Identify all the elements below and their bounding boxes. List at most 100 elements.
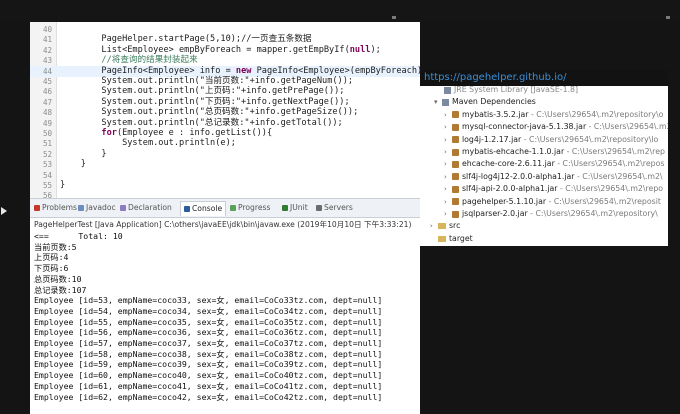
line-number: 53 xyxy=(42,160,52,170)
code-text: System.out.println("总记录数:"+info.getTotal… xyxy=(60,117,343,128)
line-number: 42 xyxy=(42,45,52,55)
jar-item[interactable]: › mysql-connector-java-5.1.38.jar - C:\Us… xyxy=(444,121,668,133)
console-line: 总记录数:107 xyxy=(34,284,87,295)
tree-label: pagehelper-5.1.10.jar xyxy=(462,196,547,206)
left-margin xyxy=(0,22,30,414)
code-line[interactable]: 54 xyxy=(30,170,420,181)
jar-item[interactable]: › jsqlparser-2.0.jar - C:\Users\29654\.m2… xyxy=(444,208,658,220)
pagehelper-url-link[interactable]: https://pagehelper.github.io/ xyxy=(424,72,566,83)
code-line[interactable]: 56 xyxy=(30,190,420,198)
tree-toggle-icon[interactable]: › xyxy=(444,172,452,183)
tree-toggle-icon[interactable]: › xyxy=(444,147,452,158)
tree-label: mybatis-3.5.2.jar xyxy=(462,109,529,119)
tab-javadoc[interactable]: Javadoc xyxy=(78,201,116,215)
code-text: System.out.println(e); xyxy=(60,138,236,149)
code-line[interactable]: 50 for(Employee e : info.getList()){ xyxy=(30,128,420,139)
pom-file[interactable]: pom.xml xyxy=(438,245,489,246)
console-line: Employee [id=53, empName=coco33, sex=女, … xyxy=(34,295,383,306)
tab-label: Javadoc xyxy=(86,203,116,212)
console-icon xyxy=(184,206,190,212)
package-explorer: JRE System Library [JavaSE-1.8] ▾ Maven De… xyxy=(420,70,668,246)
tree-toggle-icon[interactable]: › xyxy=(444,159,452,170)
line-number: 55 xyxy=(42,181,52,190)
line-number: 41 xyxy=(42,35,52,45)
jar-icon xyxy=(452,123,459,131)
console-line: Employee [id=55, empName=coco35, sex=女, … xyxy=(34,316,383,327)
code-line[interactable]: 53 } xyxy=(30,159,420,170)
tab-servers[interactable]: Servers xyxy=(316,201,353,215)
tree-label: ehcache-core-2.6.11.jar xyxy=(462,159,555,169)
tree-toggle-icon[interactable]: › xyxy=(430,221,438,232)
line-number: 54 xyxy=(42,170,52,180)
code-line[interactable]: 48 System.out.println("总页码数:"+info.getPa… xyxy=(30,107,420,118)
jar-item[interactable]: › ehcache-core-2.6.11.jar - C:\Users\2965… xyxy=(444,158,664,170)
jar-icon xyxy=(452,148,459,156)
jar-item[interactable]: › mybatis-ehcache-1.1.0.jar - C:\Users\29… xyxy=(444,146,665,158)
progress-icon xyxy=(230,205,236,211)
code-line[interactable]: 49 System.out.println("总记录数:"+info.getTo… xyxy=(30,118,420,129)
code-text: } xyxy=(60,159,86,170)
jar-icon xyxy=(452,160,459,168)
code-line[interactable]: 52 } xyxy=(30,149,420,160)
code-text: PageHelper.startPage(5,10);//一页查五条数据 xyxy=(60,34,312,45)
jar-path: - C:\Users\29654\.m2\repository\lo xyxy=(521,134,659,144)
tree-label: slf4j-log4j12-2.0.0-alpha1.jar xyxy=(462,171,575,181)
jar-icon xyxy=(452,198,459,206)
folder-target[interactable]: target xyxy=(430,233,473,244)
console-line: Employee [id=61, empName=coco41, sex=女, … xyxy=(34,380,383,391)
tree-label: target xyxy=(449,233,473,243)
tab-label: Declaration xyxy=(128,203,172,212)
maven-dependencies[interactable]: ▾ Maven Dependencies xyxy=(434,96,536,108)
right-margin xyxy=(668,22,680,414)
tab-problems[interactable]: Problems xyxy=(34,201,77,215)
jar-path: - C:\Users\29654\.m2\repos xyxy=(554,159,665,169)
code-line[interactable]: 43 //将查询的结果封装起来 xyxy=(30,55,420,66)
jar-item[interactable]: › slf4j-log4j12-2.0.0-alpha1.jar - C:\Use… xyxy=(444,171,663,183)
tree-toggle-icon[interactable]: › xyxy=(444,110,452,121)
folder-icon xyxy=(438,235,446,242)
code-line[interactable]: 46 System.out.println("上页码:"+info.getPre… xyxy=(30,86,420,97)
window-top-bar xyxy=(0,0,680,22)
tab-label: Servers xyxy=(324,203,353,212)
tree-label: JRE System Library [JavaSE-1.8] xyxy=(454,85,579,94)
servers-icon xyxy=(316,205,322,211)
tab-declaration[interactable]: Declaration xyxy=(120,201,172,215)
javadoc-icon xyxy=(78,205,84,211)
process-label: PageHelperTest [Java Application] C:\oth… xyxy=(34,220,412,229)
tree-label: src xyxy=(449,221,461,231)
tree-toggle-icon[interactable]: › xyxy=(444,209,452,220)
jar-item[interactable]: › mybatis-3.5.2.jar - C:\Users\29654\.m2\… xyxy=(444,109,663,121)
tab-junit[interactable]: JUnit xyxy=(282,201,308,215)
tree-toggle-icon[interactable]: › xyxy=(444,197,452,208)
junit-icon xyxy=(282,205,288,211)
code-line[interactable]: 44 PageInfo<Employee> info = new PageInf… xyxy=(30,65,420,77)
code-line[interactable]: 51 System.out.println(e); xyxy=(30,138,420,149)
tree-toggle-icon[interactable]: › xyxy=(444,122,452,133)
code-line[interactable]: 55} xyxy=(30,180,420,191)
tree-label: Maven Dependencies xyxy=(452,97,536,107)
tree-toggle-icon[interactable]: ▾ xyxy=(434,97,442,108)
jar-item[interactable]: › slf4j-api-2.0.0-alpha1.jar - C:\Users\2… xyxy=(444,183,663,195)
top-bar-mark xyxy=(666,16,670,19)
tab-label: Progress xyxy=(238,203,271,212)
jar-path: - C:\Users\29654\.m2\repo xyxy=(557,184,664,194)
tree-label: mybatis-ehcache-1.1.0.jar xyxy=(462,147,565,156)
folder-src[interactable]: › src xyxy=(430,220,460,232)
tab-console[interactable]: Console xyxy=(180,201,227,216)
tab-progress[interactable]: Progress xyxy=(230,201,270,215)
console-line: 总页码数:10 xyxy=(34,273,82,284)
code-line[interactable]: 41 PageHelper.startPage(5,10);//一页查五条数据 xyxy=(30,34,420,45)
console-line: <== Total: 10 xyxy=(34,231,123,241)
jar-path: - C:\Users\29654\.m2\repository\ xyxy=(527,209,658,218)
jar-path: - C:\Users\29654\.m2\repository\o xyxy=(528,109,664,119)
library-icon xyxy=(444,86,451,94)
line-number: 44 xyxy=(42,66,52,76)
line-number: 52 xyxy=(42,149,52,159)
code-editor[interactable]: 40 41 PageHelper.startPage(5,10);//一页查五条数… xyxy=(30,22,420,198)
jar-item[interactable]: › pagehelper-5.1.10.jar - C:\Users\29654\… xyxy=(444,196,661,208)
jar-item[interactable]: › log4j-1.2.17.jar - C:\Users\29654\.m2\r… xyxy=(444,134,658,146)
collapse-arrow-icon[interactable] xyxy=(1,207,7,215)
problems-icon xyxy=(34,205,40,211)
tree-toggle-icon[interactable]: › xyxy=(444,135,452,146)
tree-toggle-icon[interactable]: › xyxy=(444,184,452,195)
